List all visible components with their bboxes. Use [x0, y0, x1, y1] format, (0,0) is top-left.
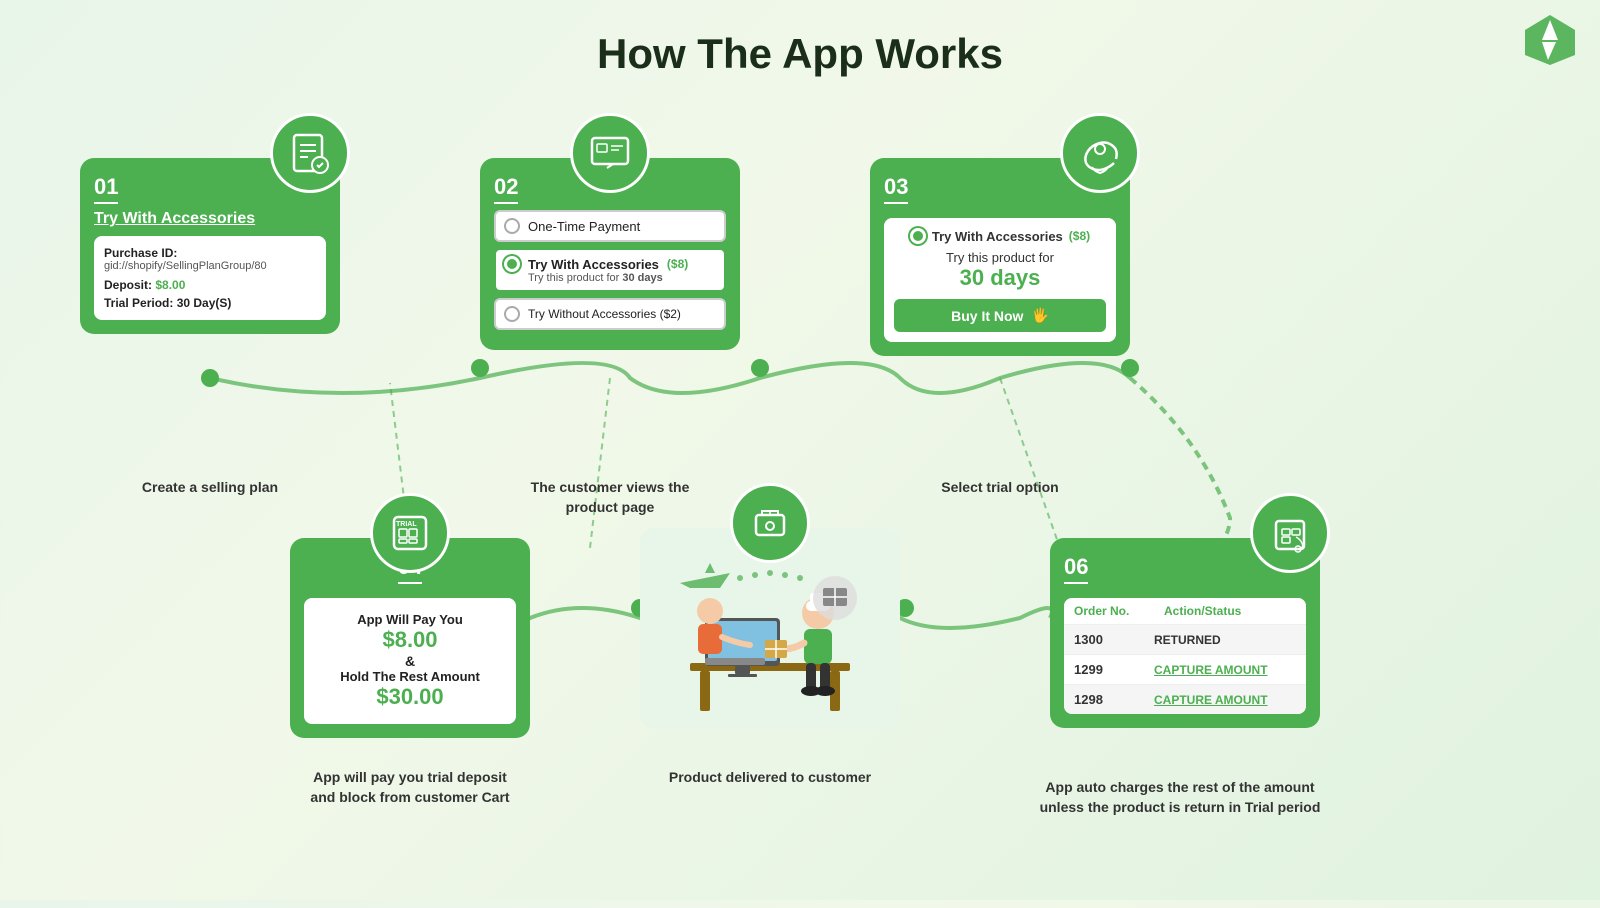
step6-label: App auto charges the rest of the amount …	[1020, 778, 1340, 817]
deposit-label: Deposit: $8.00	[104, 278, 316, 292]
step1-title: Try With Accessories	[94, 210, 326, 228]
step2-number: 02	[494, 174, 518, 204]
step3-number: 03	[884, 174, 908, 204]
table-row: 1300 RETURNED	[1064, 624, 1306, 654]
step2-option2: Try With Accessories ($8) Try this produ…	[494, 248, 726, 292]
step2-option1: One-Time Payment	[494, 210, 726, 242]
step1-number: 01	[94, 174, 118, 204]
step3-label: Select trial option	[870, 478, 1130, 498]
svg-text:TRIAL: TRIAL	[396, 521, 417, 528]
logo	[1520, 10, 1580, 70]
step2-icon	[570, 113, 650, 193]
step3-icon	[1060, 113, 1140, 193]
purchase-id-value: gid://shopify/SellingPlanGroup/80	[104, 260, 316, 272]
step6-table: Order No. Action/Status 1300 RETURNED 12…	[1064, 598, 1306, 714]
step1-label: Create a selling plan	[80, 478, 340, 498]
step6-number: 06	[1064, 554, 1088, 584]
step3-inner: Try With Accessories ($8) Try this produ…	[884, 218, 1116, 342]
step2-option3: Try Without Accessories ($2)	[494, 298, 726, 330]
step4-inner: App Will Pay You $8.00 & Hold The Rest A…	[304, 598, 516, 724]
step-3-card: 03 Try With Accessories ($8) Try this pr…	[870, 158, 1130, 356]
step4-label: App will pay you trial deposit and block…	[270, 768, 550, 807]
page-title: How The App Works	[0, 0, 1600, 78]
step5-label: Product delivered to customer	[620, 768, 920, 788]
step6-icon	[1250, 493, 1330, 573]
step1-details: Purchase ID: gid://shopify/SellingPlanGr…	[94, 236, 326, 320]
buy-now-button[interactable]: Buy It Now 🖐	[894, 299, 1106, 332]
trial-label: Trial Period: 30 Day(S)	[104, 296, 316, 310]
step4-icon: TRIAL	[370, 493, 450, 573]
step-2-card: 02 One-Time Payment Try With Accessories…	[480, 158, 740, 350]
table-row: 1298 CAPTURE AMOUNT	[1064, 684, 1306, 714]
table-row: 1299 CAPTURE AMOUNT	[1064, 654, 1306, 684]
step-1-card: 01 Try With Accessories Purchase ID: gid…	[80, 158, 340, 334]
step2-label: The customer views the product page	[480, 478, 740, 517]
step-6-card: 06 Order No. Action/Status 1300 RETURNED…	[1050, 538, 1320, 728]
purchase-id-label: Purchase ID:	[104, 246, 316, 260]
flow-container: 01 Try With Accessories Purchase ID: gid…	[0, 88, 1600, 908]
step1-icon	[270, 113, 350, 193]
step5-icon	[730, 483, 810, 563]
step-5-card	[640, 528, 900, 728]
step-4-card: TRIAL 04 App Will Pay You $8.00 & Hold T…	[290, 538, 530, 738]
